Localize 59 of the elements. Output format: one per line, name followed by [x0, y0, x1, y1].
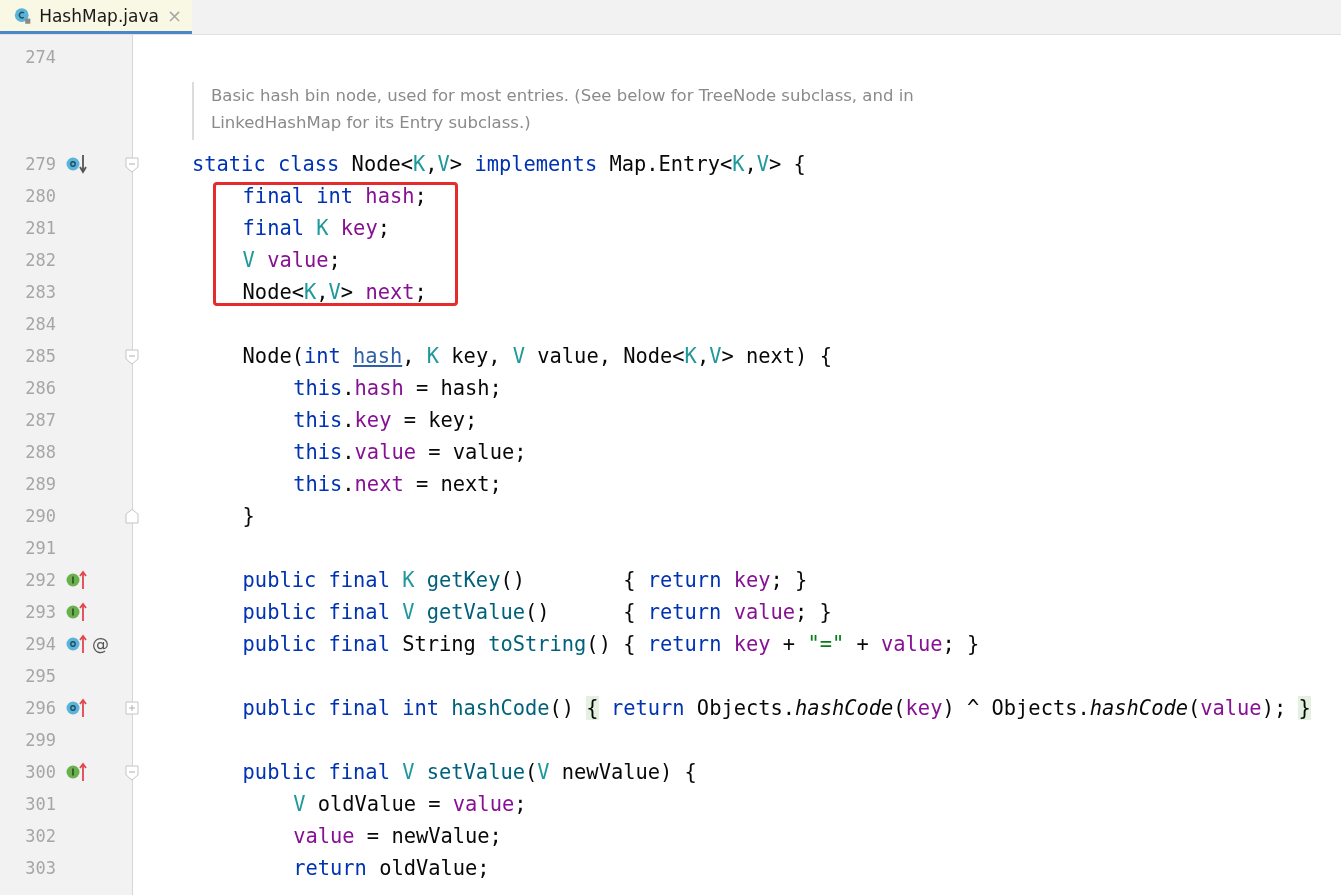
line-number: 283 — [24, 282, 56, 302]
interface-up-arrow-icon[interactable] — [66, 570, 88, 590]
code-line: return oldValue; — [293, 856, 490, 880]
code-line: public final int hashCode() { return Objects.hashCode(key) ^ Objects.hashCode(value); } — [242, 696, 1311, 720]
fold-marker-icon[interactable] — [125, 349, 139, 365]
line-number: 301 — [24, 794, 56, 814]
class-file-icon — [14, 5, 32, 26]
file-tab[interactable]: HashMap.java × — [0, 0, 192, 34]
line-number: 293 — [24, 602, 56, 622]
code-line: Node(int hash, K key, V value, Node<K,V> next) { — [242, 344, 832, 368]
line-number: 294 — [24, 634, 56, 654]
annotation-marker[interactable]: @ — [92, 634, 109, 654]
code-line: final K key; — [242, 216, 390, 240]
method-up-arrow-icon[interactable] — [66, 634, 88, 654]
line-number: 299 — [24, 730, 56, 750]
line-number: 280 — [24, 186, 56, 206]
code-line: this.next = next; — [293, 472, 502, 496]
fold-marker-icon[interactable] — [125, 509, 139, 525]
line-number: 295 — [24, 666, 56, 686]
line-number: 292 — [24, 570, 56, 590]
doc-comment: Basic hash bin node, used for most entries. (See below for TreeNode subclass, and in LinkedHashMap for its Entry subclass.) — [192, 82, 914, 140]
code-line: public final V getValue() { return value; } — [242, 600, 832, 624]
code-line: this.value = value; — [293, 440, 527, 464]
code-line: this.key = key; — [293, 408, 478, 432]
fold-marker-icon[interactable] — [125, 765, 139, 781]
line-number: 286 — [24, 378, 56, 398]
code-line: public final K getKey() { return key; } — [242, 568, 808, 592]
line-number: 279 — [24, 154, 56, 174]
fold-marker-icon[interactable] — [125, 157, 139, 173]
line-number: 290 — [24, 506, 56, 526]
code-line: V value; — [242, 248, 341, 272]
tab-title: HashMap.java — [39, 5, 159, 26]
line-number: 282 — [24, 250, 56, 270]
code-line: final int hash; — [242, 184, 427, 208]
line-number: 289 — [24, 474, 56, 494]
code-line: V oldValue = value; — [293, 792, 527, 816]
code-line: public final String toString() { return key + "=" + value; } — [242, 632, 980, 656]
code-line: value = newValue; — [293, 824, 502, 848]
code-line: static class Node<K,V> implements Map.Entry<K,V> { — [192, 152, 806, 176]
line-number: 296 — [24, 698, 56, 718]
line-number: 288 — [24, 442, 56, 462]
line-number: 303 — [24, 858, 56, 878]
code-line: public final V setValue(V newValue) { — [242, 760, 697, 784]
fold-marker-icon[interactable] — [125, 701, 139, 717]
code-line: Node<K,V> next; — [242, 280, 427, 304]
line-number: 291 — [24, 538, 56, 558]
line-number: 287 — [24, 410, 56, 430]
class-down-arrow-icon[interactable] — [66, 154, 88, 174]
interface-up-arrow-icon[interactable] — [66, 602, 88, 622]
line-number: 274 — [24, 47, 56, 67]
line-number: 300 — [24, 762, 56, 782]
code-line: this.hash = hash; — [293, 376, 502, 400]
line-number: 302 — [24, 826, 56, 846]
line-number: 284 — [24, 314, 56, 334]
interface-up-arrow-icon[interactable] — [66, 762, 88, 782]
line-number: 285 — [24, 346, 56, 366]
line-number: 281 — [24, 218, 56, 238]
method-up-arrow-icon[interactable] — [66, 698, 88, 718]
code-line: } — [242, 504, 255, 528]
